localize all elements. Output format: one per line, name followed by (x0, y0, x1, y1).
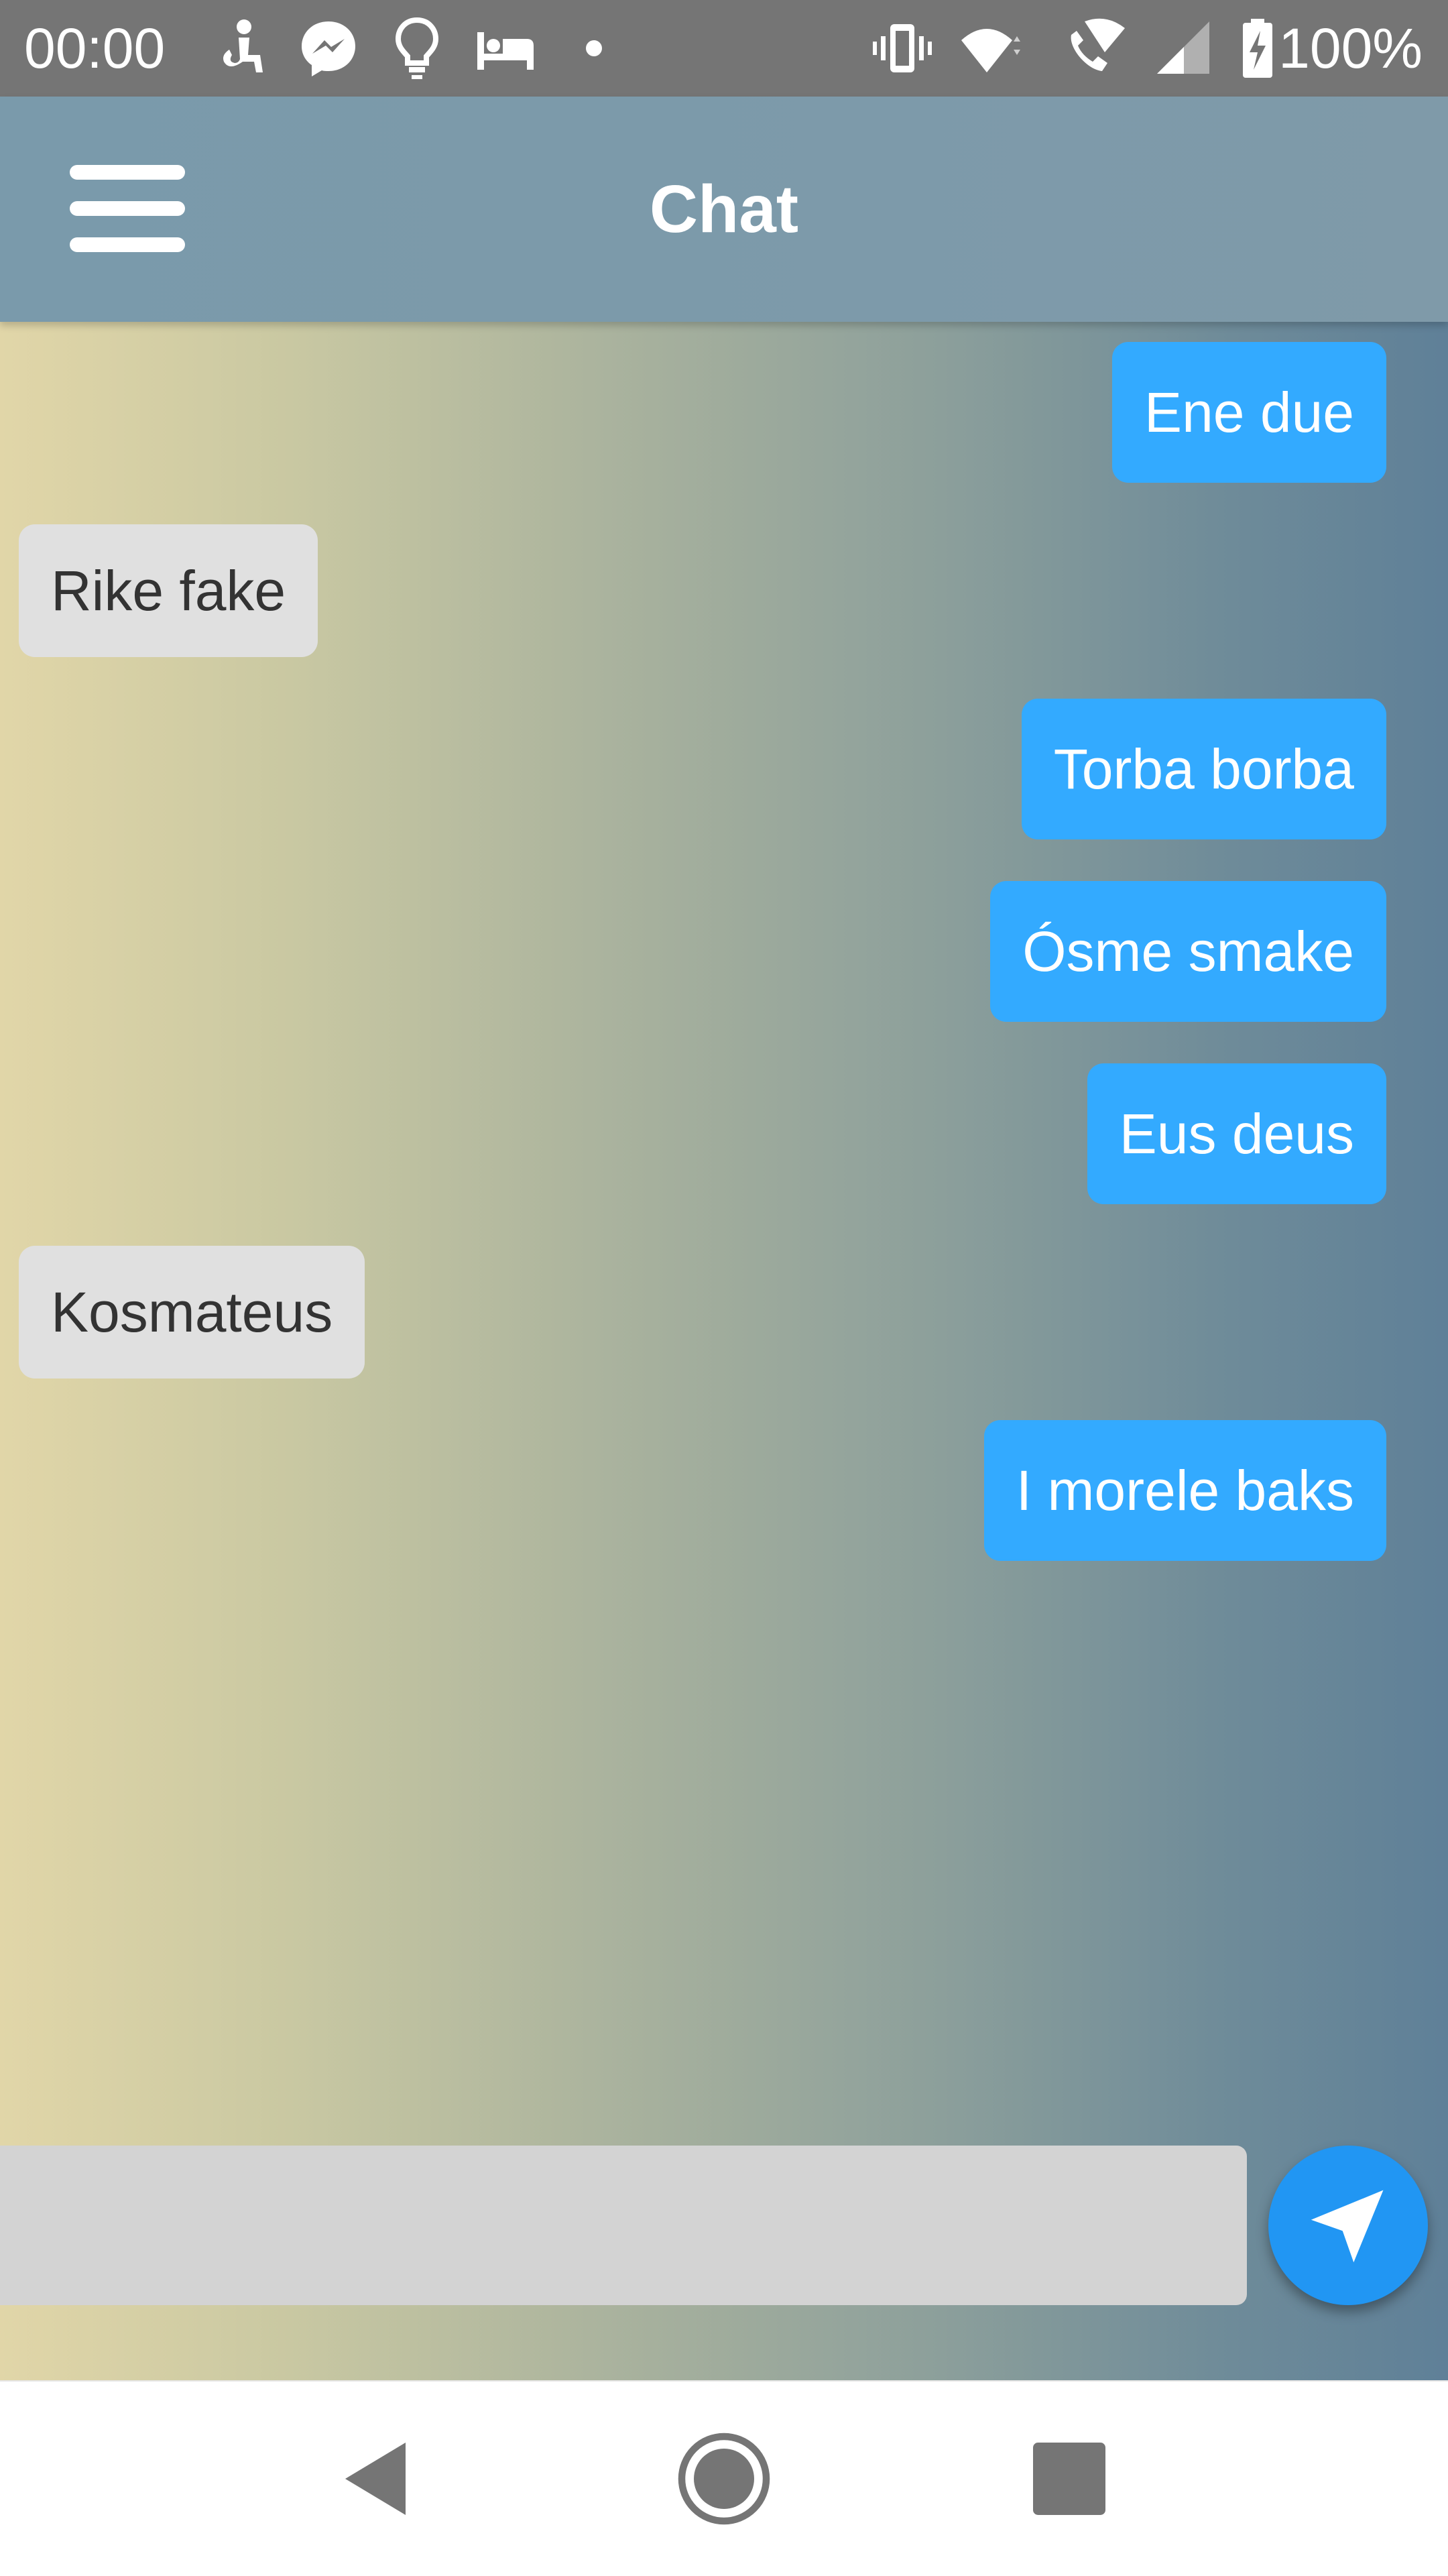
back-icon[interactable] (325, 2428, 426, 2529)
message-list[interactable]: Ene due Rike fake Torba borba Ósme smake… (0, 322, 1448, 2380)
battery-percentage: 100% (1278, 17, 1423, 80)
message-bubble-outgoing[interactable]: Ósme smake (990, 881, 1386, 1022)
lightbulb-icon (395, 17, 439, 79)
wifi-calling-icon (1071, 18, 1125, 71)
send-button[interactable] (1268, 2146, 1428, 2305)
app-bar: Chat (0, 97, 1448, 322)
page-title: Chat (649, 172, 799, 247)
accessibility-icon (223, 19, 263, 72)
vibrate-icon (873, 24, 932, 72)
system-nav-bar (0, 2380, 1448, 2576)
status-bar: 00:00 100% (0, 0, 1448, 97)
send-arrow-icon (1311, 2190, 1384, 2263)
wifi-icon (961, 29, 1020, 72)
messenger-icon (302, 21, 355, 76)
hotel-icon (477, 32, 534, 70)
notification-dot-icon (586, 40, 602, 56)
message-bubble-incoming[interactable]: Kosmateus (19, 1246, 365, 1379)
recents-icon[interactable] (1019, 2428, 1120, 2529)
message-bubble-outgoing[interactable]: I morele baks (983, 1420, 1386, 1561)
home-icon[interactable] (674, 2428, 774, 2529)
message-bubble-incoming[interactable]: Rike fake (19, 524, 318, 657)
status-time: 00:00 (24, 17, 166, 80)
message-bubble-outgoing[interactable]: Torba borba (1021, 699, 1386, 839)
message-bubble-outgoing[interactable]: Ene due (1112, 342, 1386, 483)
message-input[interactable] (0, 2146, 1247, 2305)
message-bubble-outgoing[interactable]: Eus deus (1087, 1063, 1386, 1204)
cell-signal-icon (1157, 21, 1209, 74)
